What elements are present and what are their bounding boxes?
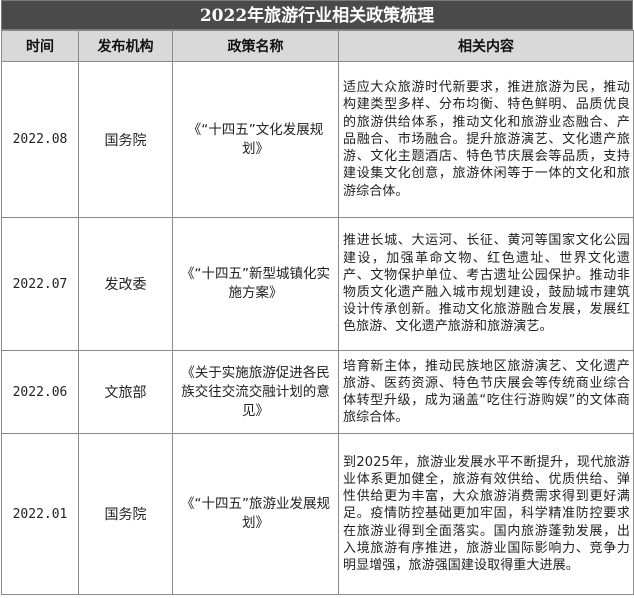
header-row: 时间 发布机构 政策名称 相关内容 (1, 30, 634, 62)
cell-org: 发改委 (78, 217, 173, 351)
cell-content: 培育新主体，推动民族地区旅游演艺、文化遗产旅游、医药资源、特色节庆展会等传统商业… (338, 350, 634, 434)
header-time: 时间 (1, 30, 79, 62)
policy-table-container: 2022年旅游行业相关政策梳理 时间 发布机构 政策名称 相关内容 2022.0… (1, 0, 634, 595)
header-policy: 政策名称 (172, 30, 339, 62)
table-row: 2022.08 国务院 《“十四五”文化发展规划》 适应大众旅游时代新要求，推进… (1, 61, 634, 218)
cell-content: 适应大众旅游时代新要求，推进旅游为民，推动构建类型多样、分布均衡、特色鲜明、品质… (338, 61, 634, 218)
cell-time: 2022.07 (1, 217, 79, 351)
table-title: 2022年旅游行业相关政策梳理 (1, 0, 633, 30)
table-row: 2022.06 文旅部 《关于实施旅游促进各民族交往交流交融计划的意见》 培育新… (1, 350, 634, 434)
policy-table: 时间 发布机构 政策名称 相关内容 2022.08 国务院 《“十四五”文化发展… (1, 30, 634, 595)
cell-time: 2022.01 (1, 433, 79, 595)
cell-org: 国务院 (78, 61, 173, 218)
cell-content: 到2025年，旅游业发展水平不断提升，现代旅游业体系更加健全，旅游有效供给、优质… (338, 433, 634, 595)
cell-time: 2022.08 (1, 61, 79, 218)
cell-policy: 《“十四五”文化发展规划》 (172, 61, 339, 218)
cell-policy: 《“十四五”旅游业发展规划》 (172, 433, 339, 595)
cell-org: 国务院 (78, 433, 173, 595)
cell-policy: 《关于实施旅游促进各民族交往交流交融计划的意见》 (172, 350, 339, 434)
table-row: 2022.07 发改委 《“十四五”新型城镇化实施方案》 推进长城、大运河、长征… (1, 217, 634, 351)
header-org: 发布机构 (78, 30, 173, 62)
cell-content: 推进长城、大运河、长征、黄河等国家文化公园建设，加强革命文物、红色遗址、世界文化… (338, 217, 634, 351)
cell-time: 2022.06 (1, 350, 79, 434)
cell-org: 文旅部 (78, 350, 173, 434)
header-content: 相关内容 (338, 30, 634, 62)
cell-policy: 《“十四五”新型城镇化实施方案》 (172, 217, 339, 351)
table-row: 2022.01 国务院 《“十四五”旅游业发展规划》 到2025年，旅游业发展水… (1, 433, 634, 595)
